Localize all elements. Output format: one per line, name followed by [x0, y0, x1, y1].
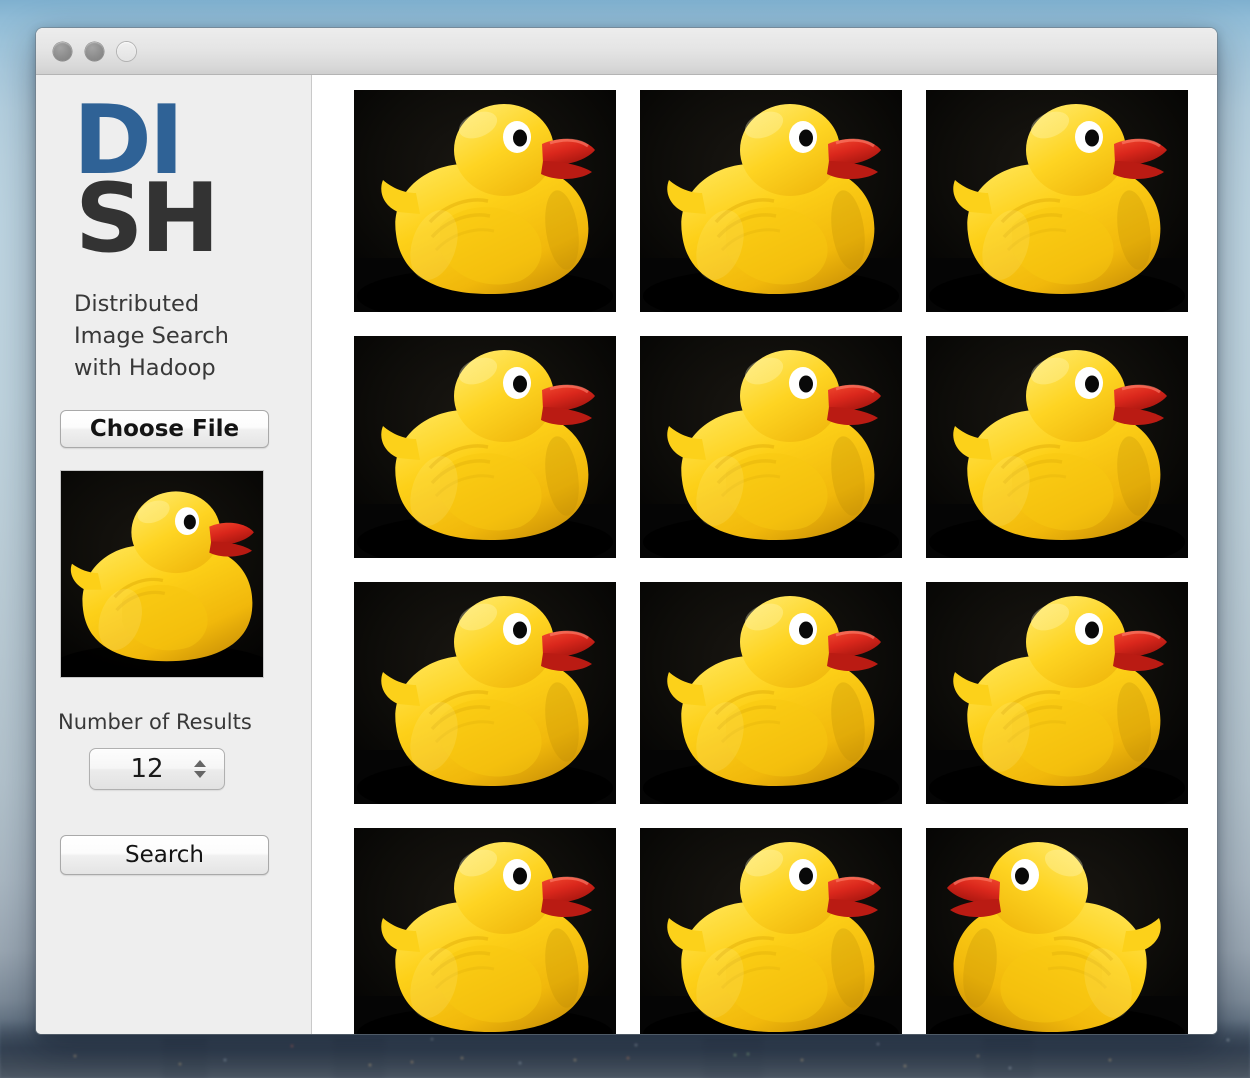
result-thumbnail[interactable]: [926, 828, 1188, 1034]
results-count-stepper[interactable]: 12: [89, 747, 225, 790]
minimize-button[interactable]: [85, 41, 104, 61]
results-grid: [354, 90, 1217, 1034]
rubber-duck-icon: [354, 828, 616, 1034]
window-body: DI SH Distributed Image Search with Hado…: [36, 75, 1217, 1034]
result-thumbnail[interactable]: [640, 336, 902, 558]
logo-line-sh: SH: [75, 163, 220, 274]
rubber-duck-icon: [926, 90, 1188, 312]
result-thumbnail[interactable]: [926, 582, 1188, 804]
choose-file-button[interactable]: Choose File: [60, 409, 269, 448]
window-title-bar[interactable]: [36, 28, 1217, 75]
rubber-duck-icon: [640, 336, 902, 558]
desktop-background: DI SH Distributed Image Search with Hado…: [0, 0, 1250, 1078]
rubber-duck-icon: [354, 336, 616, 558]
stepper-arrows[interactable]: [194, 759, 206, 778]
stepper-down-icon[interactable]: [194, 770, 206, 778]
rubber-duck-icon: [354, 90, 616, 312]
app-tagline: Distributed Image Search with Hadoop: [74, 290, 229, 381]
rubber-duck-icon: [926, 828, 1188, 1034]
result-thumbnail[interactable]: [926, 336, 1188, 558]
rubber-duck-icon: [640, 90, 902, 312]
result-thumbnail[interactable]: [354, 828, 616, 1034]
result-thumbnail[interactable]: [354, 336, 616, 558]
stepper-up-icon[interactable]: [194, 759, 206, 767]
result-thumbnail[interactable]: [640, 90, 902, 312]
rubber-duck-icon: [61, 470, 263, 677]
zoom-button[interactable]: [117, 41, 136, 61]
rubber-duck-icon: [926, 582, 1188, 804]
results-count-label: Number of Results: [58, 709, 252, 734]
dish-application-window: DI SH Distributed Image Search with Hado…: [36, 28, 1217, 1034]
result-thumbnail[interactable]: [354, 90, 616, 312]
rubber-duck-icon: [640, 828, 902, 1034]
result-thumbnail[interactable]: [354, 582, 616, 804]
search-button[interactable]: Search: [60, 834, 269, 875]
result-thumbnail[interactable]: [926, 90, 1188, 312]
result-thumbnail[interactable]: [640, 582, 902, 804]
query-image-preview[interactable]: [60, 469, 264, 678]
rubber-duck-icon: [640, 582, 902, 804]
sidebar-panel: DI SH Distributed Image Search with Hado…: [36, 75, 312, 1034]
rubber-duck-icon: [354, 582, 616, 804]
rubber-duck-icon: [926, 336, 1188, 558]
app-logo: DI SH: [36, 75, 311, 274]
results-panel: [312, 75, 1217, 1034]
result-thumbnail[interactable]: [640, 828, 902, 1034]
close-button[interactable]: [53, 41, 72, 61]
